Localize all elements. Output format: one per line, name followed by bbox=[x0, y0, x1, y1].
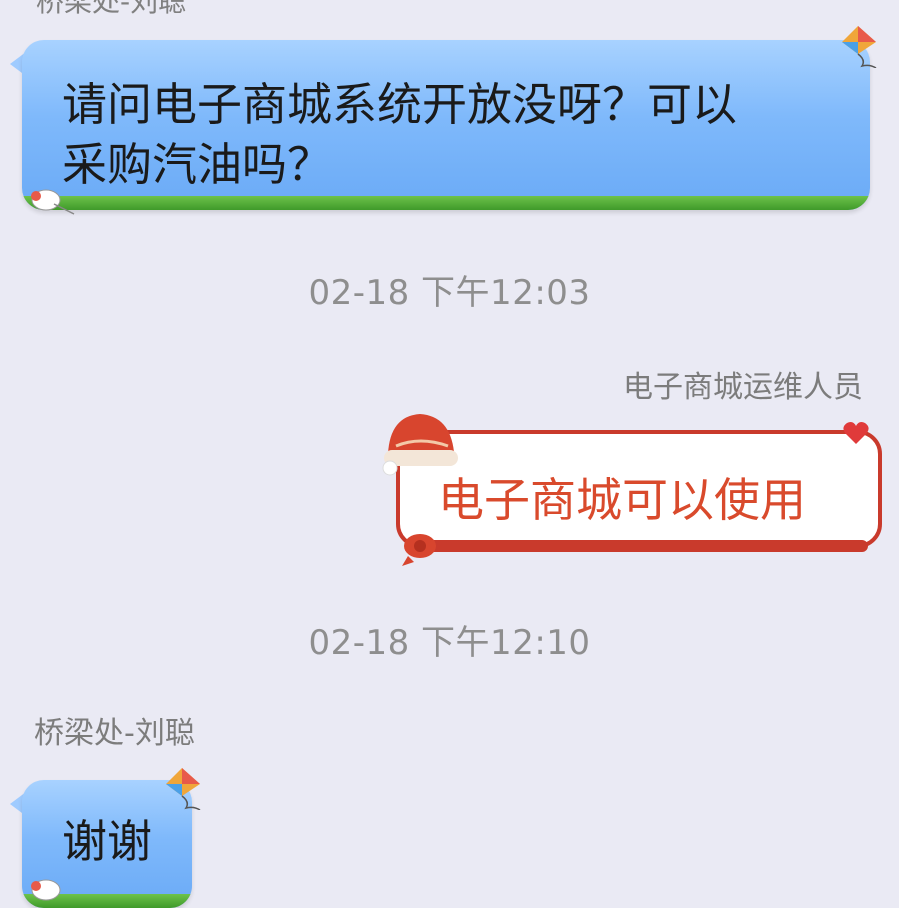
sender-name: 桥梁处-刘聪 bbox=[34, 716, 195, 751]
message-bubble-2[interactable]: 电子商城可以使用 bbox=[396, 430, 882, 552]
heart-icon bbox=[843, 422, 869, 444]
ribbon-decoration bbox=[410, 540, 868, 552]
message-text-1-line-2: 采购汽油吗？ bbox=[62, 138, 333, 191]
message-text-2: 电子商城可以使用 bbox=[438, 473, 806, 527]
santa-hat-icon bbox=[382, 414, 458, 476]
sheep-icon bbox=[31, 189, 75, 215]
timestamp: 02-18 下午12:03 bbox=[308, 273, 591, 313]
sender-name: 电子商城运维人员 bbox=[623, 370, 863, 405]
gift-bow-icon bbox=[402, 534, 436, 566]
message-bubble-1[interactable]: 请问电子商城系统开放没呀？可以 采购汽油吗？ bbox=[22, 40, 870, 210]
grass-decoration bbox=[22, 196, 870, 210]
sheep-icon bbox=[31, 879, 61, 901]
kite-icon bbox=[842, 26, 877, 68]
kite-icon bbox=[166, 768, 201, 810]
timestamp: 02-18 下午12:10 bbox=[308, 623, 591, 663]
sender-name-top-partial: 桥梁处-刘聪 bbox=[36, 0, 187, 18]
message-text-3: 谢谢 bbox=[62, 815, 153, 868]
message-text-1-line-1: 请问电子商城系统开放没呀？可以 bbox=[62, 78, 738, 131]
